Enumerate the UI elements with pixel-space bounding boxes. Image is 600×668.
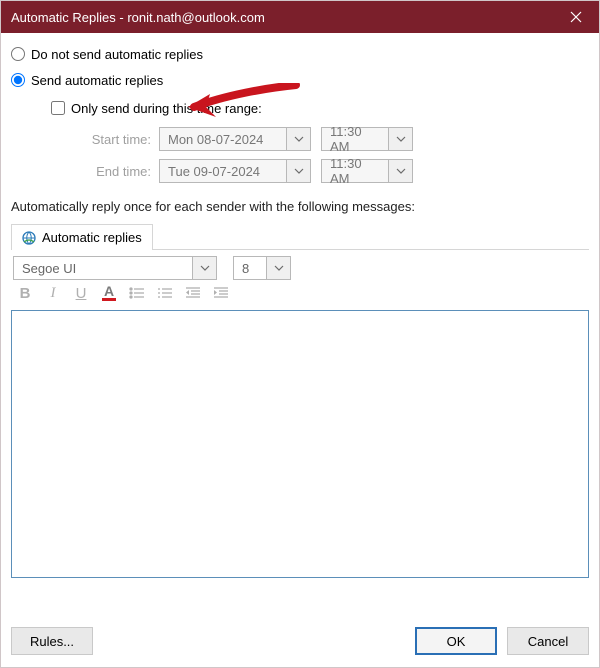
start-time-dropdown-button[interactable] xyxy=(389,127,413,151)
underline-button[interactable]: U xyxy=(69,281,93,305)
ok-button[interactable]: OK xyxy=(415,627,497,655)
only-range-label: Only send during this time range: xyxy=(71,101,262,116)
start-date-dropdown-button[interactable] xyxy=(287,127,311,151)
radio-do-not-send-input[interactable] xyxy=(11,47,25,61)
dialog-button-row: Rules... OK Cancel xyxy=(11,627,589,655)
font-color-button[interactable]: A xyxy=(97,281,121,305)
numbered-list-button[interactable] xyxy=(153,281,177,305)
globe-icon xyxy=(22,231,36,245)
end-time-row: End time: Tue 09-07-2024 11:30 AM xyxy=(71,157,589,185)
end-time-label: End time: xyxy=(71,164,151,179)
radio-do-not-send[interactable]: Do not send automatic replies xyxy=(11,43,589,65)
start-date-value: Mon 08-07-2024 xyxy=(159,127,287,151)
close-button[interactable] xyxy=(553,1,599,33)
font-name-dropdown-button[interactable] xyxy=(193,256,217,280)
radio-do-not-send-label: Do not send automatic replies xyxy=(31,47,203,62)
editor-toolbar-format: B I U A xyxy=(11,282,589,310)
message-editor[interactable] xyxy=(11,310,589,578)
radio-send-label: Send automatic replies xyxy=(31,73,163,88)
window-title: Automatic Replies - ronit.nath@outlook.c… xyxy=(11,10,265,25)
bold-button[interactable]: B xyxy=(13,281,37,305)
end-time-value: 11:30 AM xyxy=(321,159,389,183)
font-name-value: Segoe UI xyxy=(13,256,193,280)
end-time-dropdown-button[interactable] xyxy=(389,159,413,183)
only-range-checkbox-row[interactable]: Only send during this time range: xyxy=(51,97,589,119)
radio-send[interactable]: Send automatic replies xyxy=(11,69,589,91)
titlebar: Automatic Replies - ronit.nath@outlook.c… xyxy=(1,1,599,33)
only-range-checkbox[interactable] xyxy=(51,101,65,115)
start-time-value: 11:30 AM xyxy=(321,127,389,151)
start-time-row: Start time: Mon 08-07-2024 11:30 AM xyxy=(71,125,589,153)
start-time-label: Start time: xyxy=(71,132,151,147)
font-name-combo[interactable]: Segoe UI xyxy=(13,256,217,280)
font-size-value: 8 xyxy=(233,256,267,280)
outdent-button[interactable] xyxy=(181,281,205,305)
italic-button[interactable]: I xyxy=(41,281,65,305)
rules-button[interactable]: Rules... xyxy=(11,627,93,655)
end-date-combo[interactable]: Tue 09-07-2024 xyxy=(159,159,311,183)
editor-toolbar-fonts: Segoe UI 8 xyxy=(11,250,589,282)
start-date-combo[interactable]: Mon 08-07-2024 xyxy=(159,127,311,151)
cancel-button[interactable]: Cancel xyxy=(507,627,589,655)
end-date-value: Tue 09-07-2024 xyxy=(159,159,287,183)
end-time-combo[interactable]: 11:30 AM xyxy=(321,159,413,183)
bullet-list-button[interactable] xyxy=(125,281,149,305)
indent-button[interactable] xyxy=(209,281,233,305)
end-date-dropdown-button[interactable] xyxy=(287,159,311,183)
instruction-text: Automatically reply once for each sender… xyxy=(11,199,589,214)
start-time-combo[interactable]: 11:30 AM xyxy=(321,127,413,151)
font-size-combo[interactable]: 8 xyxy=(233,256,291,280)
font-color-letter: A xyxy=(104,285,114,297)
font-size-dropdown-button[interactable] xyxy=(267,256,291,280)
font-color-bar xyxy=(102,298,116,301)
tab-automatic-replies-label: Automatic replies xyxy=(42,230,142,245)
radio-send-input[interactable] xyxy=(11,73,25,87)
tab-strip: Automatic replies xyxy=(11,224,589,250)
tab-automatic-replies[interactable]: Automatic replies xyxy=(11,224,153,250)
